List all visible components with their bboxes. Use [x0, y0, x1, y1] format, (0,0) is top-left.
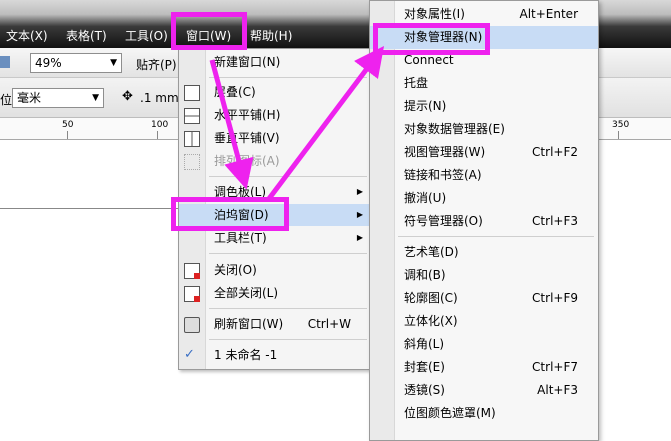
arrow-to-object-manager: [266, 46, 385, 202]
annotation-arrows: [209, 46, 385, 202]
arrow-down-to-dockers: [209, 59, 254, 190]
